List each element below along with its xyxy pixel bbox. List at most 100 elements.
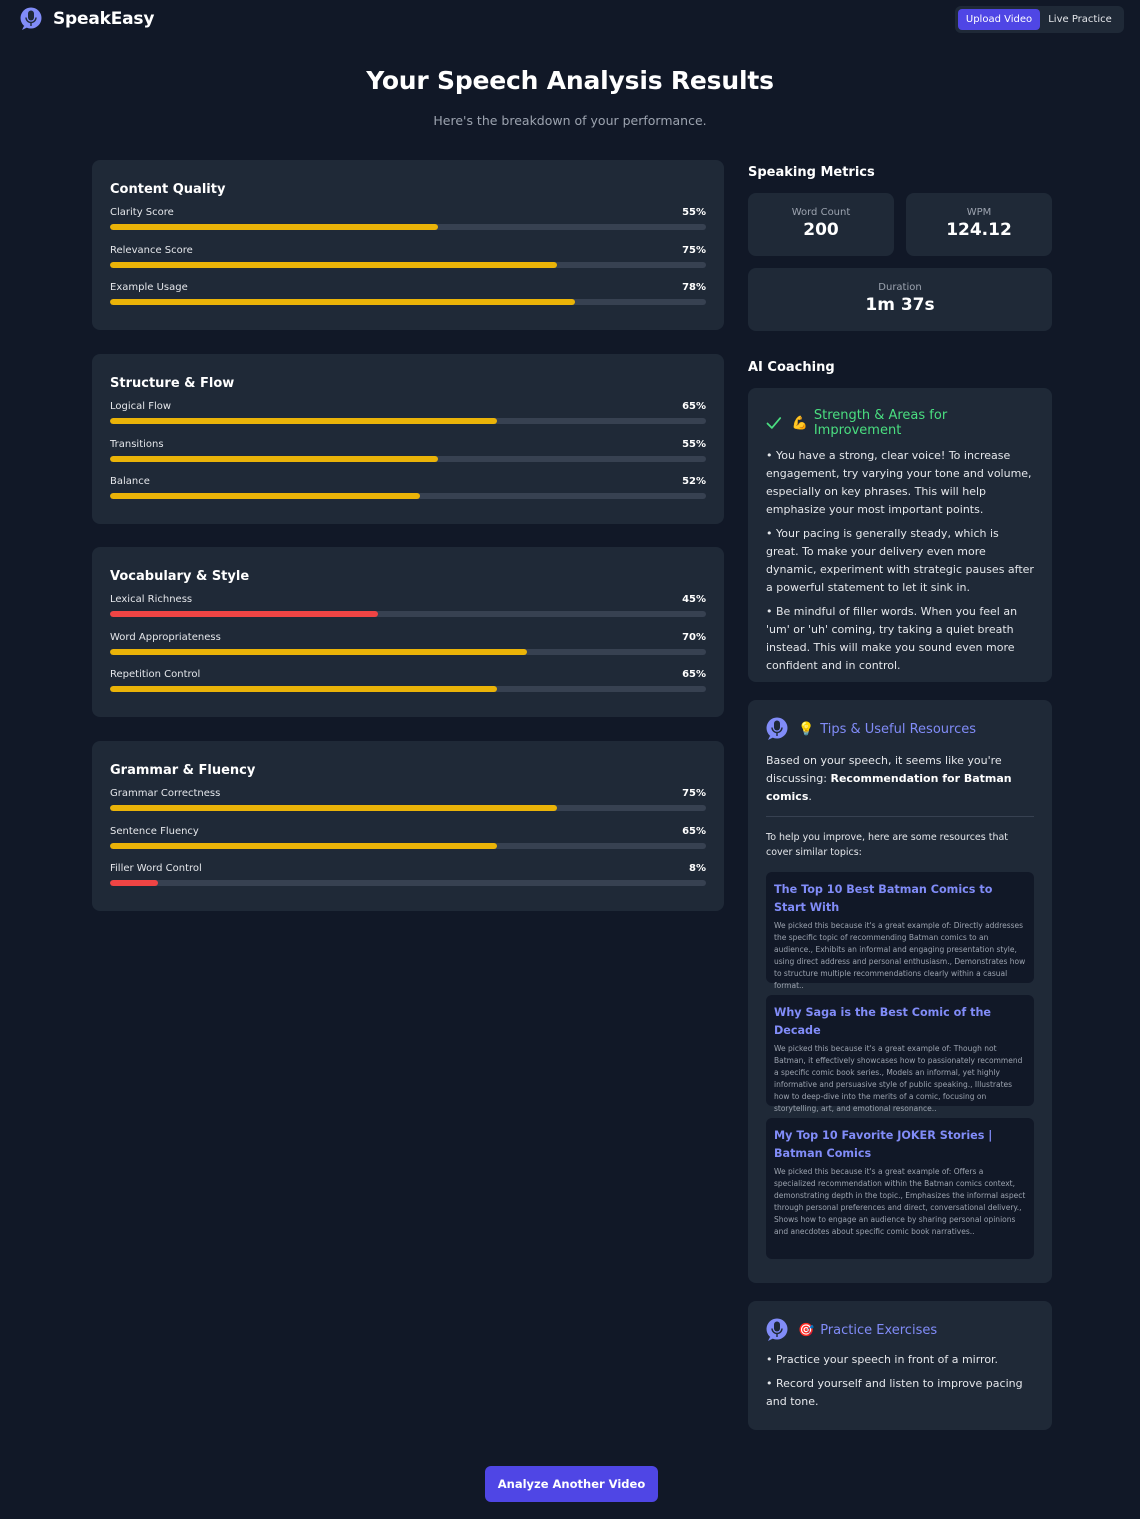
- app-name: SpeakEasy: [53, 9, 155, 29]
- resource-title-link[interactable]: My Top 10 Favorite JOKER Stories | Batma…: [774, 1127, 1026, 1163]
- metric-header: Grammar Correctness 75%: [110, 788, 706, 802]
- progress-track: [110, 611, 706, 617]
- progress-fill: [110, 261, 557, 268]
- resource-description: We picked this because it's a great exam…: [774, 921, 1026, 990]
- tips-card: 💡 Tips & Useful Resources Based on your …: [748, 700, 1052, 1283]
- metric-row: Example Usage 78%: [110, 282, 706, 320]
- strength-header: 💪 Strength & Areas for Improvement: [766, 408, 1034, 438]
- word-count-value: 200: [803, 220, 839, 240]
- progress-track: [110, 880, 706, 886]
- progress-fill: [110, 224, 438, 230]
- progress-track: [110, 455, 706, 462]
- strength-emoji-icon: 💪: [791, 415, 808, 431]
- score-card: Vocabulary & Style Lexical Richness 45% Wor…: [92, 547, 724, 717]
- metric-header: Transitions 55%: [110, 439, 706, 453]
- progress-fill: [110, 418, 498, 424]
- resource-description: We picked this because it's a great exam…: [774, 1167, 1026, 1236]
- resource-item[interactable]: The Top 10 Best Batman Comics to Start W…: [766, 872, 1034, 990]
- strength-card: 💪 Strength & Areas for Improvement • You…: [748, 388, 1052, 682]
- strength-bullets: • You have a strong, clear voice! To inc…: [766, 447, 1034, 675]
- metric-header: Word Appropriateness 70%: [110, 632, 706, 646]
- metric-percent: 65%: [682, 669, 706, 680]
- progress-fill: [110, 455, 438, 462]
- metric-percent: 52%: [682, 476, 706, 487]
- metric-percent: 75%: [682, 788, 706, 799]
- metric-label: Logical Flow: [110, 401, 172, 412]
- wpm-card: WPM 124.12: [906, 193, 1052, 256]
- score-card: Structure & Flow Logical Flow 65% Transitio…: [92, 354, 724, 524]
- resource-item[interactable]: Why Saga is the Best Comic of the Decade…: [766, 995, 1034, 1113]
- metric-row: Balance 52%: [110, 476, 706, 514]
- practice-bullets: • Practice your speech in front of a mir…: [766, 1351, 1034, 1411]
- topic-intro: Based on your speech, it seems like you'…: [766, 752, 1034, 806]
- topic-intro-suffix: .: [808, 790, 812, 803]
- metric-header: Logical Flow 65%: [110, 401, 706, 415]
- progress-track: [110, 299, 706, 305]
- metric-header: Example Usage 78%: [110, 282, 706, 296]
- progress-fill: [110, 611, 379, 617]
- metric-row: Logical Flow 65%: [110, 401, 706, 439]
- metric-percent: 65%: [682, 401, 706, 412]
- brand[interactable]: SpeakEasy: [20, 7, 154, 31]
- divider: [766, 816, 1034, 817]
- strength-bullet: • You have a strong, clear voice! To inc…: [766, 449, 1032, 516]
- tips-title: Tips & Useful Resources: [820, 721, 977, 737]
- metric-header: Balance 52%: [110, 476, 706, 490]
- progress-track: [110, 805, 706, 811]
- wpm-label: WPM: [966, 207, 992, 218]
- metric-percent: 55%: [682, 438, 706, 450]
- resource-title-link[interactable]: Why Saga is the Best Comic of the Decade: [774, 1004, 1026, 1040]
- resource-title-link[interactable]: The Top 10 Best Batman Comics to Start W…: [774, 881, 1026, 917]
- score-card: Grammar & Fluency Grammar Correctness 75% S…: [92, 741, 724, 911]
- lightbulb-icon: 💡: [798, 721, 815, 737]
- progress-track: [110, 493, 706, 499]
- resource-description: We picked this because it's a great exam…: [774, 1044, 1023, 1113]
- practice-card: 🎯 Practice Exercises • Practice your spe…: [748, 1301, 1052, 1430]
- metric-percent: 8%: [689, 863, 706, 874]
- metric-label: Filler Word Control: [110, 863, 202, 874]
- progress-track: [110, 224, 706, 230]
- strength-bullet: • Your pacing is generally steady, which…: [766, 527, 1034, 594]
- progress-fill: [110, 648, 528, 655]
- progress-fill: [110, 493, 420, 499]
- progress-fill: [110, 686, 498, 692]
- analyze-another-video-button[interactable]: Analyze Another Video: [485, 1466, 658, 1502]
- progress-fill: [110, 299, 575, 305]
- nav-toggle: Upload Video Live Practice: [955, 6, 1124, 33]
- metric-label: Word Appropriateness: [110, 631, 221, 643]
- live-practice-button[interactable]: Live Practice: [1040, 9, 1120, 30]
- upload-video-button[interactable]: Upload Video: [958, 9, 1040, 30]
- resource-item[interactable]: My Top 10 Favorite JOKER Stories | Batma…: [766, 1118, 1034, 1259]
- metric-row: Clarity Score 55%: [110, 207, 706, 245]
- strength-title: Strength & Areas for Improvement: [813, 408, 948, 438]
- page-title: Your Speech Analysis Results: [366, 66, 774, 95]
- progress-track: [110, 418, 706, 424]
- metric-percent: 70%: [682, 631, 706, 643]
- practice-bullet: • Practice your speech in front of a mir…: [766, 1353, 999, 1366]
- metric-row: Sentence Fluency 65%: [110, 826, 706, 864]
- score-card: Content Quality Clarity Score 55% Relevance…: [92, 160, 724, 330]
- metric-label: Sentence Fluency: [110, 825, 199, 837]
- score-card-title: Content Quality: [110, 182, 226, 197]
- metric-row: Filler Word Control 8%: [110, 863, 706, 901]
- ai-coaching-title: AI Coaching: [748, 360, 835, 375]
- metric-row: Word Appropriateness 70%: [110, 632, 706, 670]
- speaking-metrics-title: Speaking Metrics: [748, 165, 875, 180]
- metric-header: Filler Word Control 8%: [110, 863, 706, 877]
- duration-card: Duration 1m 37s: [748, 268, 1052, 331]
- metric-row: Repetition Control 65%: [110, 669, 706, 707]
- practice-bullet: • Record yourself and listen to improve …: [766, 1377, 1023, 1408]
- wpm-value: 124.12: [946, 220, 1012, 240]
- resources-intro: To help you improve, here are some resou…: [766, 832, 1009, 858]
- metric-label: Lexical Richness: [110, 594, 193, 605]
- metric-label: Balance: [110, 476, 150, 487]
- metric-percent: 45%: [682, 594, 706, 605]
- progress-track: [110, 686, 706, 692]
- score-card-title: Vocabulary & Style: [110, 569, 250, 584]
- check-icon: [766, 417, 782, 429]
- metric-header: Lexical Richness 45%: [110, 594, 706, 608]
- metric-label: Clarity Score: [110, 207, 174, 218]
- word-count-card: Word Count 200: [748, 193, 894, 256]
- metric-row: Grammar Correctness 75%: [110, 788, 706, 826]
- duration-value: 1m 37s: [865, 295, 935, 315]
